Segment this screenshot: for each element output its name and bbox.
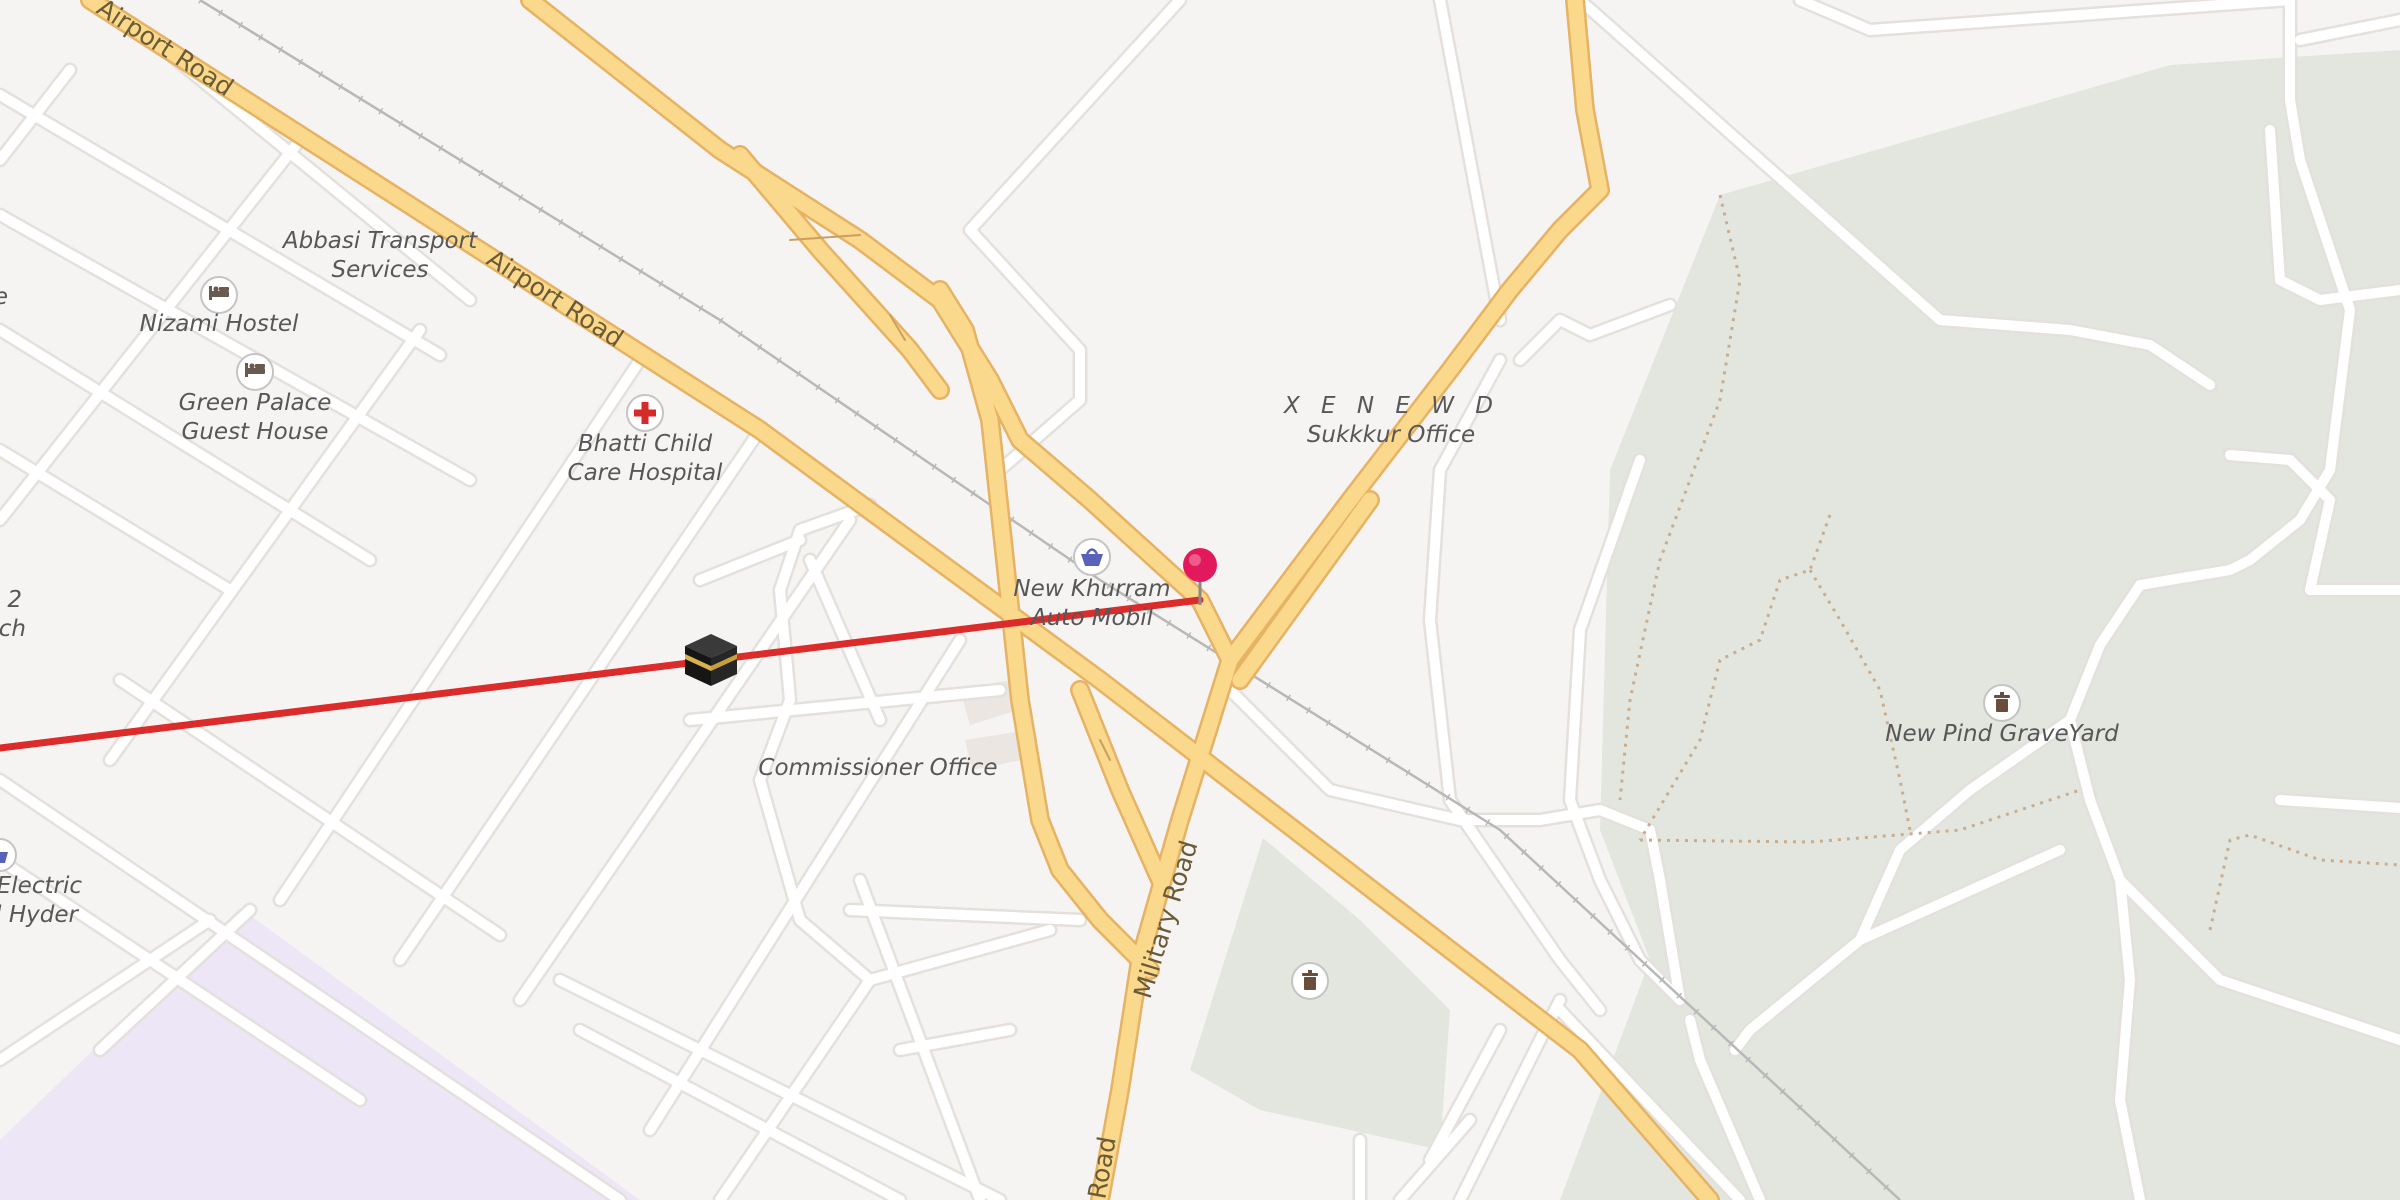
label-bhatti-child: Bhatti Child — [578, 431, 713, 457]
label-xenewd: X E N E W D — [1283, 393, 1500, 419]
poi-new-khurram[interactable] — [1073, 538, 1111, 576]
label-sukkur-office: Sukkkur Office — [1307, 422, 1475, 448]
label-auto-mobil: Auto Mobil — [1029, 605, 1154, 631]
label-guest-house: Guest House — [182, 419, 329, 445]
graveyard-icon — [1994, 692, 2010, 712]
label-green-palace: Green Palace — [179, 390, 332, 416]
poi-graveyard[interactable] — [1291, 962, 1329, 1000]
label-abbasi-transport: Abbasi Transport — [281, 228, 478, 254]
poi-nizami-hostel[interactable] — [200, 276, 238, 314]
label-new-khurram: New Khurram — [1013, 576, 1170, 602]
poi-bhatti-hospital[interactable] — [626, 394, 664, 432]
label-branch-number: 2 — [7, 587, 22, 613]
road-label-airport-top: Airport Road — [92, 0, 239, 102]
poi-new-pind-graveyard[interactable] — [1983, 684, 2021, 722]
label-commissioner-office: Commissioner Office — [758, 755, 997, 781]
graveyard-icon — [1302, 970, 1318, 990]
label-edge-fragment: e — [0, 284, 8, 310]
label-new-pind-graveyard: New Pind GraveYard — [1885, 721, 2119, 747]
label-branch: nch — [0, 616, 26, 642]
map-svg[interactable]: Airport Road Airport Road Military Road … — [0, 0, 2400, 1200]
label-electric: e Electric — [0, 873, 82, 899]
kaaba-icon — [685, 634, 737, 686]
poi-green-palace[interactable] — [236, 353, 274, 391]
label-nizami-hostel: Nizami Hostel — [140, 311, 299, 337]
kaaba-marker[interactable] — [685, 634, 737, 686]
label-abbasi-services: Services — [332, 257, 429, 283]
road-label-bottom: Road — [1082, 1134, 1121, 1200]
label-hyder: al Hyder — [0, 902, 80, 928]
map-canvas[interactable]: Airport Road Airport Road Military Road … — [0, 0, 2400, 1200]
road-label-airport: Airport Road — [482, 244, 629, 353]
label-care-hospital: Care Hospital — [568, 460, 724, 486]
